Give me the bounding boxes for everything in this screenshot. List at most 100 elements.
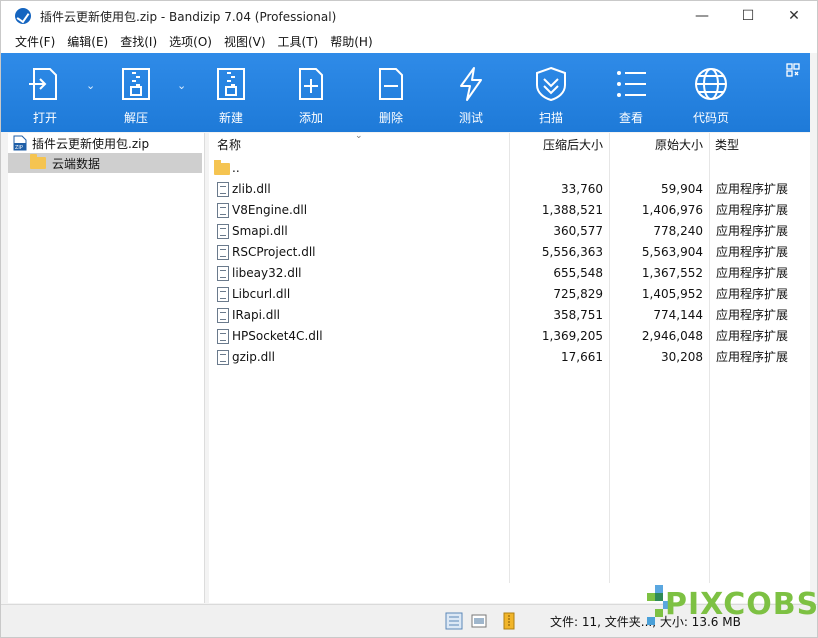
delete-label: 删除 — [378, 111, 403, 125]
file-original-size: 30,208 — [661, 350, 703, 364]
table-row[interactable]: gzip.dll 17,661 30,208 应用程序扩展 — [209, 347, 810, 368]
archive-info-icon[interactable] — [500, 612, 518, 630]
parent-folder-label: .. — [232, 161, 240, 175]
file-compressed-size: 1,388,521 — [541, 203, 603, 217]
column-header-original[interactable]: 原始大小 — [655, 133, 703, 157]
new-archive-icon — [217, 68, 245, 100]
file-compressed-size: 360,577 — [553, 224, 603, 238]
view-label: 查看 — [618, 111, 643, 125]
file-compressed-size: 17,661 — [561, 350, 603, 364]
table-row[interactable]: libeay32.dll 655,548 1,367,552 应用程序扩展 — [209, 263, 810, 284]
sort-chevron-icon: ⌄ — [355, 131, 363, 141]
minimize-button[interactable]: — — [679, 1, 725, 31]
file-compressed-size: 1,369,205 — [541, 329, 603, 343]
menu-edit[interactable]: 编辑(E) — [61, 31, 114, 53]
test-button[interactable]: 测试 — [436, 53, 506, 132]
table-row[interactable]: Libcurl.dll 725,829 1,405,952 应用程序扩展 — [209, 284, 810, 305]
open-dropdown-chevron-icon[interactable]: ⌄ — [86, 79, 95, 92]
codepage-icon — [695, 68, 727, 100]
title-bar: 插件云更新使用包.zip - Bandizip 7.04 (Profession… — [1, 1, 817, 31]
layout-grid-icon[interactable] — [786, 63, 800, 77]
add-button[interactable]: 添加 — [276, 53, 346, 132]
preview-view-icon[interactable] — [470, 612, 488, 630]
file-type: 应用程序扩展 — [716, 329, 789, 343]
file-name: RSCProject.dll — [232, 245, 316, 259]
parent-folder-row[interactable]: .. — [209, 158, 810, 179]
file-type: 应用程序扩展 — [716, 350, 789, 364]
open-label: 打开 — [32, 111, 57, 125]
menu-tools[interactable]: 工具(T) — [272, 31, 325, 53]
column-header-compressed[interactable]: 压缩后大小 — [543, 133, 603, 157]
menu-bar: 文件(F) 编辑(E) 查找(I) 选项(O) 视图(V) 工具(T) 帮助(H… — [1, 31, 817, 53]
file-type: 应用程序扩展 — [716, 266, 789, 280]
extract-dropdown-chevron-icon[interactable]: ⌄ — [177, 79, 186, 92]
watermark-text: PIXCOBS — [665, 587, 818, 622]
svg-text:ZIP: ZIP — [15, 145, 23, 151]
file-original-size: 1,406,976 — [641, 203, 703, 217]
file-compressed-size: 725,829 — [553, 287, 603, 301]
column-header-name[interactable]: 名称 — [217, 133, 241, 157]
column-header-type[interactable]: 类型 — [715, 133, 739, 157]
extract-button[interactable]: 解压 — [101, 53, 171, 132]
table-row[interactable]: HPSocket4C.dll 1,369,205 2,946,048 应用程序扩… — [209, 326, 810, 347]
file-original-size: 778,240 — [653, 224, 703, 238]
menu-find[interactable]: 查找(I) — [114, 31, 163, 53]
open-button[interactable]: 打开 — [10, 53, 80, 132]
file-type: 应用程序扩展 — [716, 308, 789, 322]
file-type: 应用程序扩展 — [716, 203, 789, 217]
file-list: 名称 ⌄ 压缩后大小 原始大小 类型 .. zlib.dll 33,760 59… — [209, 131, 810, 603]
close-button[interactable]: ✕ — [771, 1, 817, 31]
details-view-icon[interactable] — [445, 612, 463, 630]
table-row[interactable]: zlib.dll 33,760 59,904 应用程序扩展 — [209, 179, 810, 200]
table-row[interactable]: RSCProject.dll 5,556,363 5,563,904 应用程序扩… — [209, 242, 810, 263]
file-compressed-size: 33,760 — [561, 182, 603, 196]
file-type: 应用程序扩展 — [716, 224, 789, 238]
scan-button[interactable]: 扫描 — [516, 53, 586, 132]
dll-file-icon — [217, 329, 229, 344]
view-button[interactable]: 查看 — [596, 53, 666, 132]
codepage-button[interactable]: 代码页 — [676, 53, 746, 132]
table-row[interactable]: Smapi.dll 360,577 778,240 应用程序扩展 — [209, 221, 810, 242]
tree-item-cloud-data[interactable]: 云端数据 — [8, 153, 202, 173]
new-archive-button[interactable]: 新建 — [196, 53, 266, 132]
menu-file[interactable]: 文件(F) — [9, 31, 61, 53]
dll-file-icon — [217, 350, 229, 365]
file-original-size: 5,563,904 — [641, 245, 703, 259]
bandizip-logo-icon — [15, 8, 31, 24]
folder-tree: ZIP 插件云更新使用包.zip 云端数据 — [8, 133, 205, 603]
menu-options[interactable]: 选项(O) — [163, 31, 218, 53]
bandizip-window: 插件云更新使用包.zip - Bandizip 7.04 (Profession… — [0, 0, 818, 638]
dll-file-icon — [217, 245, 229, 260]
extract-label: 解压 — [123, 111, 148, 125]
table-row[interactable]: IRapi.dll 358,751 774,144 应用程序扩展 — [209, 305, 810, 326]
file-name: V8Engine.dll — [232, 203, 308, 217]
add-icon — [299, 68, 323, 100]
file-name: Smapi.dll — [232, 224, 288, 238]
file-original-size: 2,946,048 — [641, 329, 703, 343]
menu-help[interactable]: 帮助(H) — [324, 31, 378, 53]
dll-file-icon — [217, 224, 229, 239]
scan-label: 扫描 — [538, 111, 563, 125]
view-icon — [617, 71, 646, 97]
tree-root-label: 插件云更新使用包.zip — [32, 136, 150, 151]
watermark-logo: PIXCOBS — [645, 579, 818, 635]
menu-view[interactable]: 视图(V) — [218, 31, 272, 53]
add-label: 添加 — [298, 111, 323, 125]
zip-archive-icon: ZIP — [12, 135, 28, 151]
tree-item-label: 云端数据 — [52, 156, 101, 171]
file-type: 应用程序扩展 — [716, 245, 789, 259]
dll-file-icon — [217, 287, 229, 302]
toolbar: 打开 ⌄ 解压 ⌄ 新建 添加 删除 测试 扫描 查看 代码页 — [1, 53, 810, 132]
new-archive-label: 新建 — [218, 111, 243, 125]
file-compressed-size: 655,548 — [553, 266, 603, 280]
file-name: HPSocket4C.dll — [232, 329, 323, 343]
file-original-size: 1,367,552 — [641, 266, 703, 280]
folder-icon — [214, 160, 230, 175]
tree-root-archive[interactable]: ZIP 插件云更新使用包.zip — [8, 133, 204, 153]
table-row[interactable]: V8Engine.dll 1,388,521 1,406,976 应用程序扩展 — [209, 200, 810, 221]
maximize-button[interactable]: ☐ — [725, 1, 771, 31]
window-title: 插件云更新使用包.zip - Bandizip 7.04 (Profession… — [40, 9, 337, 24]
file-type: 应用程序扩展 — [716, 182, 789, 196]
folder-icon — [30, 154, 46, 169]
delete-button[interactable]: 删除 — [356, 53, 426, 132]
